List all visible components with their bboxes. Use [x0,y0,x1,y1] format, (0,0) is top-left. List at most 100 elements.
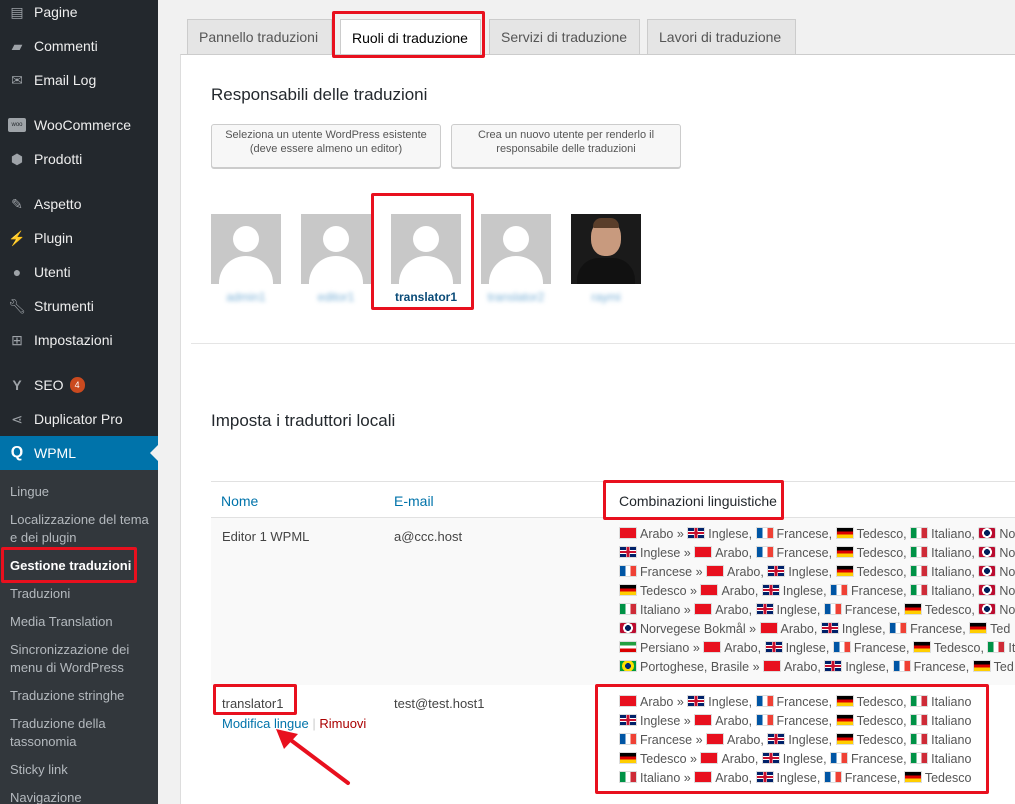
wpml-icon: Q [10,444,24,461]
flag-icon [619,527,637,539]
avatar[interactable] [301,214,371,284]
select-existing-user-button[interactable]: Seleziona un utente WordPress esistente … [211,124,441,168]
flag-icon [619,622,637,634]
menu-email-log[interactable]: ✉ Email Log [0,63,158,97]
menu-plugin[interactable]: ⚡ Plugin [0,221,158,255]
flag-icon [830,752,849,764]
submenu-sincronizzazione-menu[interactable]: Sincronizzazione dei menu di WordPress [10,641,150,677]
combo-line: Portoghese, Brasile » Arabo, Inglese, Fr… [619,658,1014,677]
menu-duplicator-pro[interactable]: ⋖ Duplicator Pro [0,402,158,436]
flag-icon [910,695,929,707]
flag-icon [912,641,931,653]
flag-icon [703,641,722,653]
flag-icon [910,714,929,726]
flag-icon [835,527,854,539]
create-new-user-button[interactable]: Crea un nuovo utente per renderlo il res… [451,124,681,168]
combo-line: Arabo » Inglese, Francese, Tedesco, Ital… [619,693,971,712]
flag-icon [978,546,997,558]
submenu-traduzioni[interactable]: Traduzioni [10,585,150,603]
tab-servizi-di-traduzione[interactable]: Servizi di traduzione [489,19,640,54]
flag-icon [767,733,786,745]
flag-icon [835,714,854,726]
translator-email: a@ccc.host [394,529,463,544]
wrench-icon: 🔧︎ [8,297,26,314]
flag-icon [755,603,774,615]
flag-icon [987,641,1006,653]
flag-icon [820,622,839,634]
managers-title: Responsabili delle traduzioni [211,85,428,104]
menu-wpml[interactable]: Q WPML [0,436,158,470]
flag-icon [835,546,854,558]
combo-line: Inglese » Arabo, Francese, Tedesco, Ital… [619,544,1015,563]
box-icon: ⬢ [10,150,24,167]
flag-icon [619,660,637,672]
flag-icon [619,546,637,558]
avatar-name-translator1[interactable]: translator1 [391,290,461,304]
flag-icon [978,603,997,615]
submenu-traduzione-stringhe[interactable]: Traduzione stringhe [10,687,150,705]
flag-icon [824,660,843,672]
combo-line: Italiano » Arabo, Inglese, Francese, Ted… [619,601,1015,620]
submenu-gestione-traduzioni[interactable]: Gestione traduzioni [10,557,150,575]
brush-icon: ✎ [11,195,23,212]
menu-aspetto[interactable]: ✎ Aspetto [0,187,158,221]
tab-pannello-traduzioni[interactable]: Pannello traduzioni [187,19,332,54]
avatar-name[interactable]: admin1 [211,290,281,304]
flag-icon [835,565,854,577]
menu-impostazioni[interactable]: ⊞ Impostazioni [0,323,158,357]
menu-seo[interactable]: Y SEO 4 [0,368,158,402]
submenu-lingue[interactable]: Lingue [10,483,150,501]
divider [191,343,1015,344]
flag-icon [759,622,778,634]
plug-icon: ⚡ [8,229,26,246]
flag-icon [700,752,719,764]
combo-line: Tedesco » Arabo, Inglese, Francese, Ital… [619,582,1015,601]
submenu-traduzione-tassonomia[interactable]: Traduzione della tassonomia [10,715,150,751]
flag-icon [706,565,725,577]
flag-icon [755,546,774,558]
avatar[interactable] [481,214,551,284]
avatar[interactable] [391,214,461,284]
menu-woocommerce[interactable]: woo WooCommerce [0,108,158,142]
translator-email: test@test.host1 [394,696,485,711]
annotation-arrow [276,729,350,785]
submenu-navigazione[interactable]: Navigazione [10,789,150,804]
flag-icon [823,603,842,615]
flag-icon [978,527,997,539]
menu-utenti[interactable]: ● Utenti [0,255,158,289]
flag-icon [767,565,786,577]
avatar-name[interactable]: editor1 [301,290,371,304]
tab-ruoli-di-traduzione[interactable]: Ruoli di traduzione [340,19,481,55]
menu-prodotti[interactable]: ⬢ Prodotti [0,142,158,176]
submenu-media-translation[interactable]: Media Translation [10,613,150,631]
combo-line: Francese » Arabo, Inglese, Tedesco, Ital… [619,563,1015,582]
flag-icon [910,733,929,745]
tab-lavori-di-traduzione[interactable]: Lavori di traduzione [647,19,796,54]
flag-icon [910,752,929,764]
col-email[interactable]: E-mail [394,493,434,509]
col-name[interactable]: Nome [221,493,258,509]
translator-name: Editor 1 WPML [222,529,310,544]
comment-icon: ▰ [11,37,23,54]
translator-name: translator1 [222,696,284,711]
avatar[interactable] [211,214,281,284]
menu-strumenti[interactable]: 🔧︎ Strumenti [0,289,158,323]
flag-icon [619,733,637,745]
menu-pagine[interactable]: ▤ Pagine [0,0,158,29]
flag-icon [619,771,637,783]
menu-commenti[interactable]: ▰ Commenti [0,29,158,63]
flag-icon [978,565,997,577]
flag-icon [761,584,780,596]
admin-sidebar: ▤ Pagine ▰ Commenti ✉ Email Log woo WooComme… [0,0,158,804]
submenu-sticky-link[interactable]: Sticky link [10,761,150,779]
combo-line: Italiano » Arabo, Inglese, Francese, Ted… [619,769,971,788]
flag-icon [619,752,637,764]
combo-line: Norvegese Bokmål » Arabo, Inglese, Franc… [619,620,1010,639]
avatar-photo[interactable] [571,214,641,284]
avatar-name[interactable]: translator2 [481,290,551,304]
email-icon: ✉ [11,71,23,88]
flag-icon [687,527,706,539]
avatar-name[interactable]: raymi [571,290,641,304]
submenu-localizzazione[interactable]: Localizzazione del tema e dei plugin [10,511,150,547]
flag-icon [892,660,911,672]
